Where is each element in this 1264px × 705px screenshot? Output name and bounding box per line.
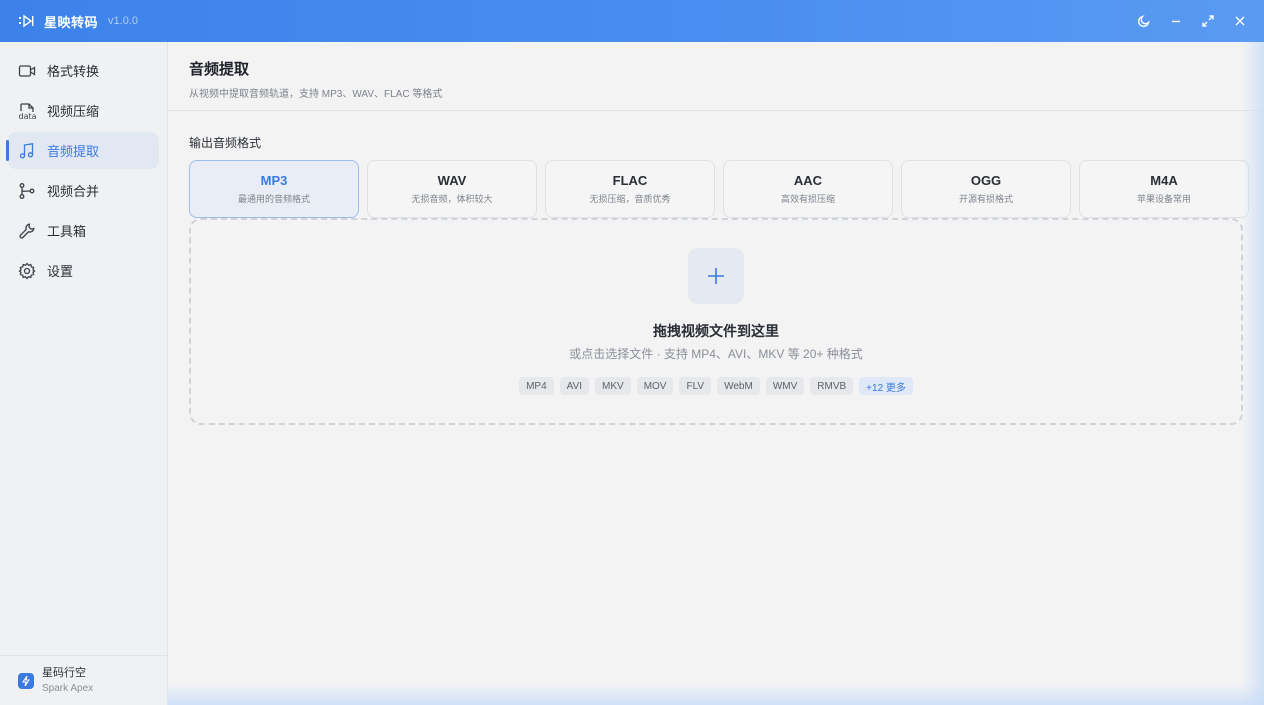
brand-subtitle: Spark Apex — [42, 682, 94, 694]
video-camera-icon — [18, 62, 36, 80]
sidebar-footer: 星码行空 Spark Apex — [0, 655, 167, 705]
add-file-button[interactable] — [688, 248, 744, 304]
output-format-label: 输出音频格式 — [189, 136, 262, 150]
format-card-mp3[interactable]: MP3 最通用的音频格式 — [189, 160, 359, 218]
data-icon: data — [18, 102, 36, 120]
format-desc: 开源有损格式 — [958, 194, 1013, 204]
format-chip: AVI — [559, 377, 590, 395]
format-name: AAC — [793, 173, 823, 188]
format-card-wav[interactable]: WAV 无损音频，体积较大 — [367, 160, 537, 218]
file-dropzone[interactable]: 拖拽视频文件到这里 或点击选择文件 · 支持 MP4、AVI、MKV 等 20+… — [189, 218, 1243, 425]
format-desc: 苹果设备常用 — [1136, 194, 1191, 204]
merge-icon — [18, 182, 36, 200]
format-chip: WebM — [717, 377, 760, 395]
format-card-aac[interactable]: AAC 高效有损压缩 — [723, 160, 893, 218]
format-name: M4A — [1150, 173, 1178, 188]
main-content: 音频提取 从视频中提取音频轨道，支持 MP3、WAV、FLAC 等格式 输出音频… — [168, 42, 1264, 705]
dropzone-title: 拖拽视频文件到这里 — [653, 323, 779, 339]
sidebar-item-label: 工具箱 — [47, 224, 87, 239]
gear-icon — [18, 261, 36, 280]
sidebar-item-label: 格式转换 — [47, 64, 100, 79]
music-note-icon — [18, 142, 36, 160]
format-name: MP3 — [260, 173, 288, 188]
sidebar-item-settings[interactable]: 设置 — [8, 252, 159, 289]
format-chip: MKV — [595, 377, 631, 395]
minimize-button[interactable] — [1166, 11, 1186, 31]
format-name: WAV — [437, 173, 467, 188]
maximize-button[interactable] — [1198, 11, 1218, 31]
sidebar-item-format-convert[interactable]: 格式转换 — [8, 52, 159, 89]
close-button[interactable] — [1230, 11, 1250, 31]
minimize-icon — [1172, 20, 1180, 23]
app-version: v1.0.0 — [108, 15, 138, 27]
dropzone-hint: 或点击选择文件 · 支持 MP4、AVI、MKV 等 20+ 种格式 — [569, 347, 863, 361]
format-options: MP3 最通用的音频格式 WAV 无损音频，体积较大 FLAC 无损压缩，音质优… — [189, 160, 1249, 218]
sidebar-item-video-merge[interactable]: 视频合并 — [8, 172, 159, 209]
format-chip: RMVB — [810, 377, 854, 395]
format-name: OGG — [970, 173, 1002, 188]
format-desc: 最通用的音频格式 — [237, 194, 310, 204]
wrench-icon — [18, 222, 36, 240]
format-card-m4a[interactable]: M4A 苹果设备常用 — [1079, 160, 1249, 218]
sidebar-nav: 格式转换 data 视频压缩 音频提取 视频合并 工具箱 设置 — [0, 42, 167, 289]
brand-text: 星码行空 Spark Apex — [42, 666, 93, 696]
page-subtitle: 从视频中提取音频轨道，支持 MP3、WAV、FLAC 等格式 — [189, 89, 443, 100]
sidebar-item-label: 设置 — [47, 264, 74, 279]
format-chip: FLV — [679, 377, 712, 395]
window-controls — [1134, 0, 1250, 42]
sidebar: 格式转换 data 视频压缩 音频提取 视频合并 工具箱 设置 星码行空 Spa… — [0, 42, 168, 705]
page-header: 音频提取 从视频中提取音频轨道，支持 MP3、WAV、FLAC 等格式 — [168, 42, 1264, 111]
more-formats-chip[interactable]: +12 更多 — [859, 377, 913, 395]
format-desc: 高效有损压缩 — [780, 194, 835, 204]
format-name: FLAC — [612, 173, 648, 188]
moon-icon — [1137, 15, 1150, 28]
lightning-icon — [18, 672, 34, 689]
format-desc: 无损音频，体积较大 — [411, 194, 493, 204]
title-bar: 星映转码 v1.0.0 — [0, 0, 1264, 42]
format-chip: MP4 — [519, 377, 554, 395]
sidebar-item-video-compress[interactable]: data 视频压缩 — [8, 92, 159, 129]
format-card-ogg[interactable]: OGG 开源有损格式 — [901, 160, 1071, 218]
app-logo-icon — [18, 14, 34, 28]
theme-toggle-button[interactable] — [1134, 11, 1154, 31]
svg-text:data: data — [19, 112, 37, 120]
page-title: 音频提取 — [189, 61, 250, 78]
sidebar-item-label: 音频提取 — [47, 144, 100, 159]
sidebar-item-label: 视频压缩 — [47, 104, 100, 119]
sidebar-item-audio-extract[interactable]: 音频提取 — [6, 132, 159, 169]
sidebar-item-label: 视频合并 — [47, 184, 100, 199]
brand-name: 星码行空 — [42, 666, 86, 679]
format-desc: 无损压缩，音质优秀 — [589, 194, 671, 204]
app-title: 星映转码 — [44, 14, 99, 30]
format-card-flac[interactable]: FLAC 无损压缩，音质优秀 — [545, 160, 715, 218]
expand-icon — [1202, 15, 1214, 27]
plus-icon — [708, 268, 724, 284]
close-icon — [1235, 16, 1245, 26]
supported-format-chips: MP4 AVI MKV MOV FLV WebM WMV RMVB +12 更多 — [191, 377, 1241, 395]
format-chip: MOV — [636, 377, 674, 395]
format-chip: WMV — [765, 377, 805, 395]
sidebar-item-toolbox[interactable]: 工具箱 — [8, 212, 159, 249]
